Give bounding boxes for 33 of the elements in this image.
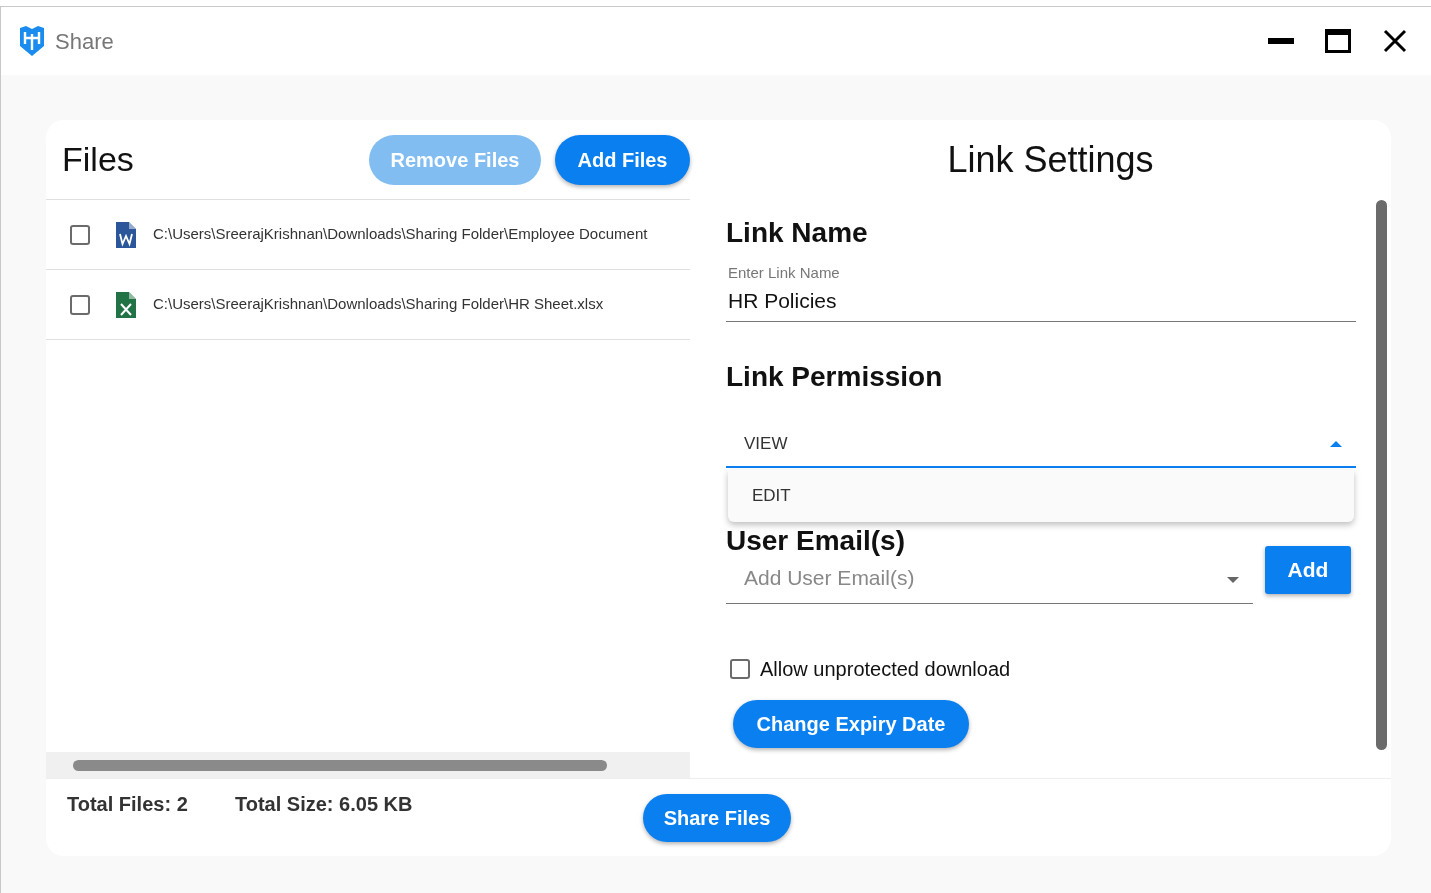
close-icon [1383, 29, 1407, 53]
file-checkbox[interactable] [70, 224, 90, 245]
menu-option[interactable]: EDIT [728, 473, 1354, 519]
app-logo-icon [20, 26, 44, 56]
total-size-label: Total Size: 6.05 KB [235, 792, 414, 817]
file-path: C:\Users\SreerajKrishnan\Downloads\Sharing Folder\Employee Document [153, 224, 648, 245]
share-files-button[interactable]: Share Files [643, 794, 791, 842]
link-name-heading: Link Name [726, 216, 869, 250]
caret-icon [1227, 577, 1239, 583]
vertical-scrollbar[interactable] [1375, 200, 1387, 750]
file-checkbox[interactable] [70, 294, 90, 315]
add-email-button[interactable]: Add [1265, 546, 1351, 594]
window-title: Share [55, 27, 114, 56]
horizontal-scrollbar[interactable] [46, 752, 690, 778]
file-path: C:\Users\SreerajKrishnan\Downloads\Sharing Folder\HR Sheet.xlsx [153, 294, 604, 315]
word-document-icon [116, 221, 136, 248]
permission-select[interactable]: VIEW [726, 422, 1356, 468]
spreadsheet-icon [116, 291, 136, 318]
caret-icon [1330, 441, 1342, 447]
add-files-button[interactable]: Add Files [555, 134, 690, 185]
allow-download-checkbox[interactable] [730, 659, 750, 679]
files-heading: Files [62, 139, 134, 180]
total-files-label: Total Files: 2 [67, 792, 189, 817]
link-name-label: Enter Link Name [727, 263, 840, 283]
allow-download-label: Allow unprotected download [760, 657, 1011, 682]
link-name-input[interactable]: HR Policies [726, 284, 1356, 316]
minimize-icon [1268, 38, 1294, 44]
maximize-icon [1325, 29, 1351, 53]
user-email-input[interactable]: Add User Email(s) [744, 561, 1144, 593]
link-settings-heading: Link Settings [947, 138, 1154, 182]
user-emails-heading: User Email(s) [726, 524, 905, 558]
link-permission-heading: Link Permission [726, 360, 944, 394]
change-expiry-button[interactable]: Change Expiry Date [733, 700, 969, 748]
